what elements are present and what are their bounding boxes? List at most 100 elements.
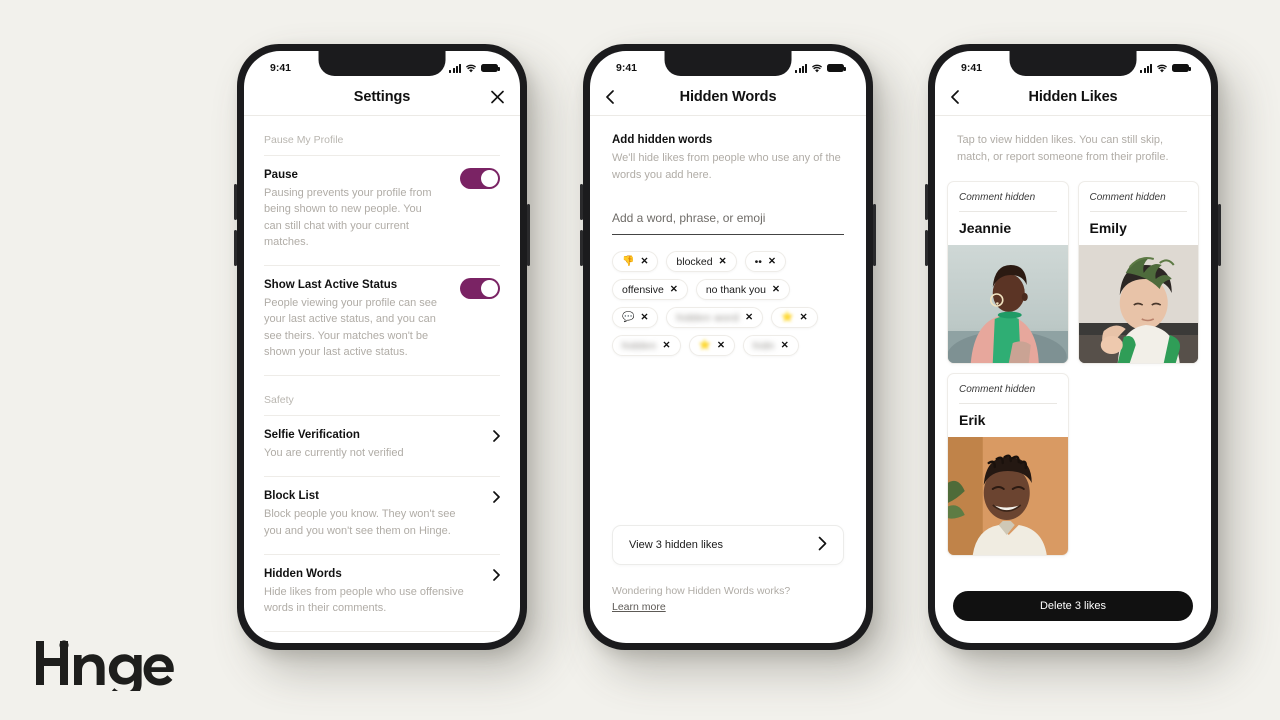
wifi-icon (811, 64, 823, 73)
chip-label: hidden (622, 339, 657, 352)
hidden-likes-intro: Tap to view hidden likes. You can still … (957, 134, 1169, 163)
hidden-word-chip[interactable]: offensive ✕ (612, 279, 688, 300)
setting-row-pause[interactable]: Pause Pausing prevents your profile from… (244, 156, 520, 265)
wifi-icon (465, 64, 477, 73)
pause-toggle[interactable] (460, 168, 500, 189)
signal-bars-icon (1140, 63, 1152, 73)
hidden-word-chip[interactable]: hidden ✕ (612, 335, 681, 356)
nav-divider (590, 115, 866, 116)
like-card-name: Jeannie (959, 220, 1012, 236)
close-icon[interactable] (491, 90, 504, 104)
chip-remove-icon[interactable]: ✕ (717, 340, 725, 351)
setting-description: Block people you know. They won't see yo… (264, 508, 456, 537)
phone-mockup-settings: 9:41 Settings Pause My Profile Pause Pau… (234, 44, 530, 650)
comment-hidden-label: Comment hidden (959, 192, 1036, 203)
chip-remove-icon[interactable]: ✕ (719, 256, 727, 267)
like-card-name: Erik (959, 412, 986, 428)
setting-row-selfie-verification[interactable]: Selfie Verification You are currently no… (244, 416, 520, 476)
learn-more-link[interactable]: Learn more (612, 601, 666, 613)
comment-hidden-label: Comment hidden (959, 384, 1036, 395)
hinge-logo (34, 635, 174, 700)
chip-remove-icon[interactable]: ✕ (800, 312, 808, 323)
status-time: 9:41 (616, 62, 638, 74)
setting-description: People viewing your profile can see your… (264, 297, 438, 358)
hidden-word-chip[interactable]: ⭐ ✕ (688, 335, 735, 356)
like-card-photo (1078, 245, 1198, 363)
chip-remove-icon[interactable]: ✕ (781, 340, 789, 351)
back-icon[interactable] (606, 90, 614, 104)
like-card[interactable]: Comment hidden Erik (947, 373, 1069, 556)
add-hidden-words-heading: Add hidden words (612, 134, 713, 146)
like-card-photo (948, 245, 1068, 363)
nav-divider (935, 115, 1211, 116)
chip-remove-icon[interactable]: ✕ (670, 284, 678, 295)
power-button[interactable] (527, 204, 530, 266)
chip-label: blocked (676, 255, 713, 268)
hidden-word-chip[interactable]: •• ✕ (744, 251, 786, 272)
volume-down-button[interactable] (580, 230, 583, 266)
setting-row-block-list[interactable]: Block List Block people you know. They w… (244, 477, 520, 554)
chip-remove-icon[interactable]: ✕ (772, 284, 780, 295)
chip-label: no thank you (705, 283, 766, 296)
chip-label: offensive (622, 283, 664, 296)
setting-title: Hidden Words (264, 567, 342, 580)
chip-label: hidden word (676, 311, 740, 324)
volume-down-button[interactable] (234, 230, 237, 266)
view-hidden-likes-button[interactable]: View 3 hidden likes (612, 525, 844, 565)
last-active-toggle[interactable] (460, 278, 500, 300)
chip-label: •• (754, 255, 762, 268)
page-title: Settings (353, 89, 411, 105)
chip-remove-icon[interactable]: ✕ (663, 340, 671, 351)
battery-icon (1172, 63, 1191, 73)
like-card[interactable]: Comment hidden Jeannie (947, 181, 1069, 364)
chip-remove-icon[interactable]: ✕ (640, 312, 648, 323)
hidden-word-chip[interactable]: 👎 ✕ (612, 251, 659, 272)
section-header-pause: Pause My Profile (264, 134, 344, 146)
phone-screen-settings: 9:41 Settings Pause My Profile Pause Pau… (244, 51, 520, 643)
hidden-word-chip[interactable]: hidden word ✕ (666, 307, 764, 328)
like-card[interactable]: Comment hidden Emily (1077, 181, 1199, 364)
phone-screen-hidden-likes: 9:41 Hidden Likes Tap to view hidden lik… (935, 51, 1211, 643)
setting-row-last-active[interactable]: Show Last Active Status People viewing y… (244, 266, 520, 375)
chip-emoji-icon: ⭐ (698, 340, 711, 351)
volume-up-button[interactable] (925, 184, 928, 220)
chevron-right-icon (493, 490, 500, 508)
chip-remove-icon[interactable]: ✕ (745, 312, 753, 323)
toggle-knob (481, 280, 498, 298)
chip-label: hidn (752, 339, 775, 352)
setting-row-hidden-words[interactable]: Hidden Words Hide likes from people who … (244, 555, 520, 632)
setting-title: Block List (264, 490, 319, 503)
chip-remove-icon[interactable]: ✕ (640, 256, 648, 267)
hidden-words-chip-list: 👎 ✕ blocked ✕ •• ✕ offensive ✕ no thank you ✕ 💬 ✕ hi… (612, 251, 844, 356)
hidden-words-body: Add hidden words We'll hide likes from p… (590, 116, 866, 643)
power-button[interactable] (1218, 204, 1221, 266)
hidden-word-chip[interactable]: ⭐ ✕ (771, 307, 818, 328)
hidden-word-chip[interactable]: 💬 ✕ (612, 307, 659, 328)
footnote-question: Wondering how Hidden Words works? (612, 585, 791, 597)
chip-emoji-icon: 💬 (622, 312, 635, 323)
delete-likes-button[interactable]: Delete 3 likes (953, 591, 1193, 621)
chevron-right-icon (493, 568, 500, 586)
hidden-word-input[interactable]: Add a word, phrase, or emoji (612, 211, 844, 235)
volume-up-button[interactable] (234, 184, 237, 220)
like-card-name: Emily (1089, 220, 1127, 236)
chip-emoji-icon: 👎 (622, 256, 635, 267)
hidden-word-chip[interactable]: hidn ✕ (742, 335, 799, 356)
setting-description: Hide likes from people who use offensive… (264, 585, 464, 615)
back-icon[interactable] (951, 90, 959, 104)
hidden-likes-body: Tap to view hidden likes. You can still … (935, 116, 1211, 643)
chip-remove-icon[interactable]: ✕ (768, 256, 776, 267)
power-button[interactable] (873, 204, 876, 266)
volume-down-button[interactable] (925, 230, 928, 266)
chevron-right-icon (493, 429, 500, 447)
battery-icon (481, 63, 500, 73)
like-card-photo (948, 437, 1068, 555)
status-bar: 9:41 (244, 51, 520, 79)
chip-emoji-icon: ⭐ (781, 312, 794, 323)
hidden-words-nav-bar: Hidden Words (590, 79, 866, 115)
volume-up-button[interactable] (580, 184, 583, 220)
hidden-word-chip[interactable]: blocked ✕ (666, 251, 737, 272)
hidden-word-chip[interactable]: no thank you ✕ (695, 279, 790, 300)
status-time: 9:41 (270, 62, 292, 74)
hidden-words-footnote: Wondering how Hidden Words works? Learn … (612, 585, 790, 615)
